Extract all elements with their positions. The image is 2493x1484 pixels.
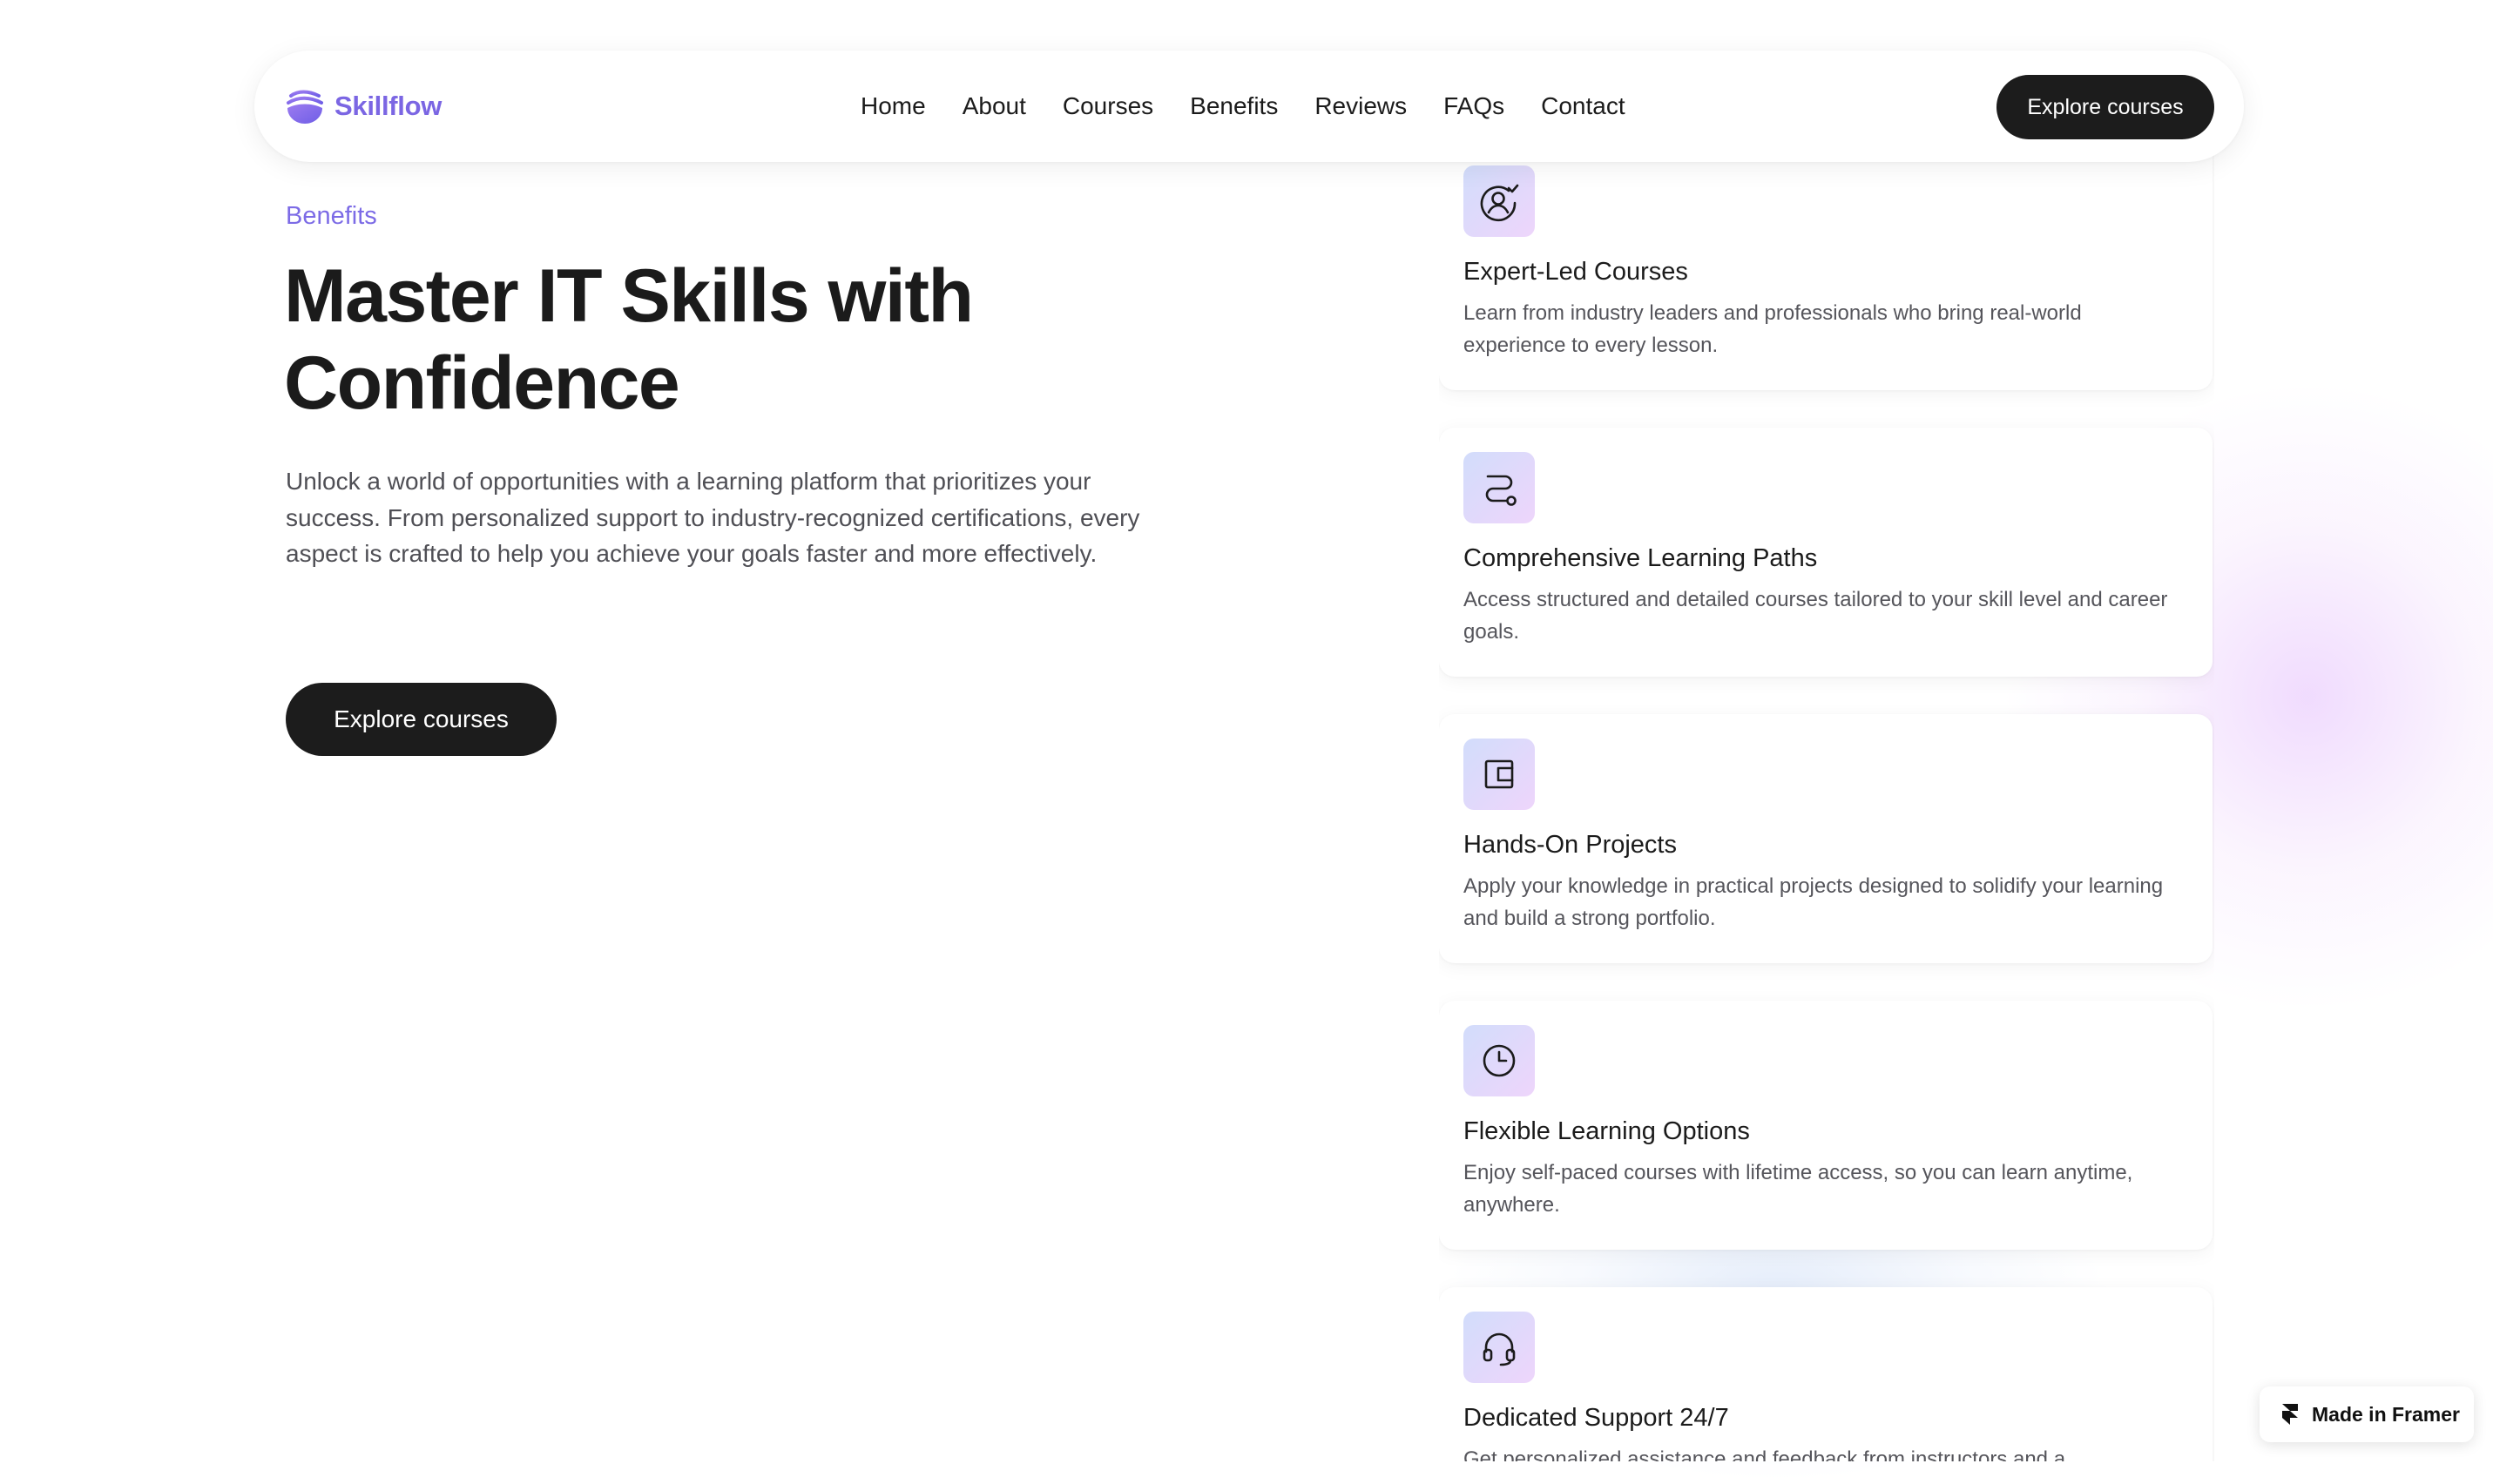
- benefit-description: Access structured and detailed courses t…: [1463, 588, 2168, 644]
- made-in-framer-label: Made in Framer: [2312, 1402, 2460, 1426]
- skillflow-logo-icon: [287, 90, 323, 124]
- nav-explore-courses-button[interactable]: Explore courses: [1996, 75, 2214, 139]
- hero-title: Master IT Skills with Confidence: [284, 253, 1329, 427]
- clock-icon: [1463, 1025, 1535, 1096]
- nav-link-about[interactable]: About: [963, 92, 1026, 120]
- nav-link-benefits[interactable]: Benefits: [1190, 92, 1278, 120]
- benefit-card-hands-on: Hands-On Projects Apply your knowledge i…: [1439, 714, 2213, 963]
- benefit-title: Hands-On Projects: [1463, 831, 1677, 859]
- project-frame-icon: [1463, 739, 1535, 810]
- benefit-description: Enjoy self-paced courses with lifetime a…: [1463, 1161, 2133, 1217]
- benefit-description: Get personalized assistance and feedback…: [1463, 1447, 2066, 1461]
- user-check-icon: [1463, 165, 1535, 237]
- navbar: Skillflow Home About Courses Benefits Re…: [254, 51, 2244, 162]
- benefit-card-flexible: Flexible Learning Options Enjoy self-pac…: [1439, 1001, 2213, 1250]
- nav-link-contact[interactable]: Contact: [1541, 92, 1625, 120]
- section-eyebrow: Benefits: [286, 202, 377, 230]
- made-in-framer-badge[interactable]: Made in Framer: [2260, 1386, 2474, 1442]
- benefit-card-support: Dedicated Support 24/7 Get personalized …: [1439, 1287, 2213, 1461]
- headset-icon: [1463, 1312, 1535, 1383]
- nav-link-home[interactable]: Home: [861, 92, 926, 120]
- benefit-title: Flexible Learning Options: [1463, 1117, 1750, 1145]
- framer-logo-icon: [2282, 1404, 2298, 1425]
- brand-name: Skillflow: [334, 91, 443, 121]
- route-icon: [1463, 452, 1535, 523]
- hero-explore-courses-button[interactable]: Explore courses: [286, 683, 557, 756]
- hero-title-line-2: Confidence: [284, 341, 680, 425]
- benefit-description: Apply your knowledge in practical projec…: [1463, 874, 2164, 930]
- nav-link-courses[interactable]: Courses: [1063, 92, 1153, 120]
- benefit-title: Expert-Led Courses: [1463, 258, 1688, 286]
- benefits-list: Expert-Led Courses Learn from industry l…: [1439, 0, 2214, 1461]
- nav-links: Home About Courses Benefits Reviews FAQs…: [861, 51, 1625, 162]
- logo[interactable]: Skillflow: [286, 84, 442, 129]
- benefit-card-learning-paths: Comprehensive Learning Paths Access stru…: [1439, 428, 2213, 677]
- nav-link-reviews[interactable]: Reviews: [1314, 92, 1407, 120]
- benefit-title: Dedicated Support 24/7: [1463, 1404, 1729, 1432]
- benefit-title: Comprehensive Learning Paths: [1463, 544, 1818, 572]
- hero-title-line-1: Master IT Skills with: [284, 254, 974, 338]
- benefit-description: Learn from industry leaders and professi…: [1463, 301, 2082, 357]
- nav-link-faqs[interactable]: FAQs: [1443, 92, 1504, 120]
- hero-subtitle: Unlock a world of opportunities with a l…: [286, 468, 1140, 567]
- page: Skillflow Home About Courses Benefits Re…: [0, 0, 2493, 1484]
- benefit-card-expert-led: Expert-Led Courses Learn from industry l…: [1439, 141, 2213, 390]
